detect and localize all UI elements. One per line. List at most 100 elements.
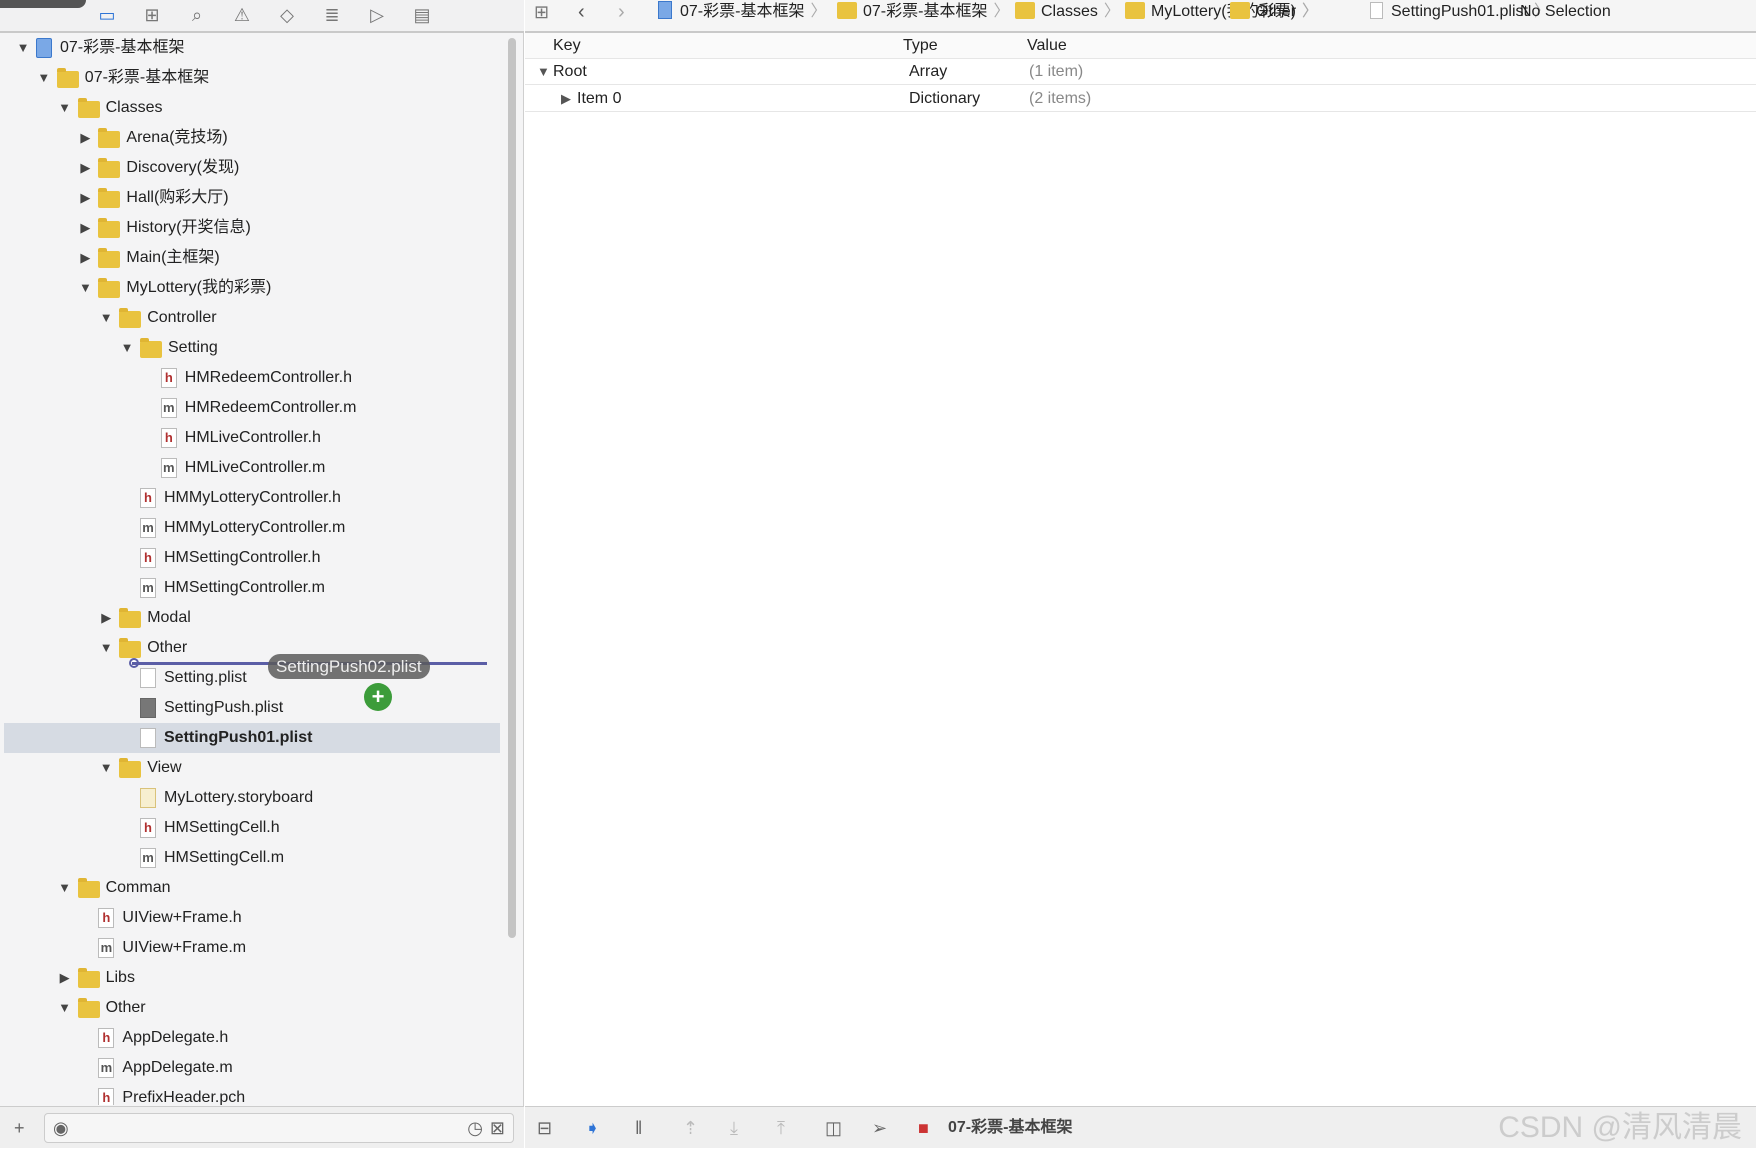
tree-item[interactable]: m HMSettingCell.m <box>4 843 500 873</box>
source-file-icon: m <box>140 848 156 868</box>
recent-files-icon[interactable]: ◷ <box>467 1114 483 1142</box>
back-icon[interactable]: ‹ <box>578 0 585 24</box>
tree-item[interactable]: m HMMyLotteryController.m <box>4 513 500 543</box>
plist-type-cell[interactable]: Dictionary <box>909 86 980 112</box>
breadcrumb-item[interactable]: Classes 〉 <box>1015 0 1120 24</box>
disclosure-expanded-icon[interactable]: ▼ <box>58 993 72 1023</box>
value-column-header[interactable]: Value <box>1027 33 1067 59</box>
tree-item[interactable]: h HMRedeemController.h <box>4 363 500 393</box>
tree-item[interactable]: ▶ Modal <box>4 603 500 633</box>
breadcrumb-item[interactable]: 07-彩票-基本框架〉 <box>658 0 826 24</box>
disclosure-collapsed-icon[interactable]: ▶ <box>78 123 92 153</box>
tree-item[interactable]: h HMMyLotteryController.h <box>4 483 500 513</box>
tree-item[interactable]: ▶ Hall(购彩大厅) <box>4 183 500 213</box>
tree-item[interactable]: ▶ History(开奖信息) <box>4 213 500 243</box>
add-icon[interactable]: + <box>14 1107 25 1149</box>
step-out-icon[interactable]: ⤒ <box>777 1107 785 1149</box>
filter-scope-icon[interactable]: ◉ <box>53 1114 69 1142</box>
disclosure-collapsed-icon[interactable]: ▶ <box>78 153 92 183</box>
plist-key-cell[interactable]: Root <box>553 59 587 85</box>
plist-row[interactable]: ▶ Item 0 Dictionary (2 items) <box>525 86 1756 112</box>
hide-debug-area-icon[interactable]: ⊟ <box>537 1107 552 1149</box>
tree-item[interactable]: h HMSettingCell.h <box>4 813 500 843</box>
tree-item[interactable]: ▼ 07-彩票-基本框架 <box>4 63 500 93</box>
warning-icon[interactable]: ⚠ <box>229 3 255 27</box>
disclosure-expanded-icon[interactable]: ▼ <box>78 273 92 303</box>
tree-item[interactable]: ▼ Other <box>4 993 500 1023</box>
tree-item[interactable]: m HMSettingController.m <box>4 573 500 603</box>
tree-item[interactable]: h UIView+Frame.h <box>4 903 500 933</box>
source-control-filter-icon[interactable]: ⊠ <box>490 1114 505 1142</box>
disclosure-expanded-icon[interactable]: ▼ <box>37 63 51 93</box>
navigator-scrollbar[interactable] <box>508 38 516 938</box>
tree-item[interactable]: ▼ View <box>4 753 500 783</box>
breakpoints-toggle-icon[interactable]: ➧ <box>585 1107 600 1149</box>
tree-item[interactable]: SettingPush01.plist <box>4 723 500 753</box>
disclosure-expanded-icon[interactable]: ▼ <box>120 333 134 363</box>
disclosure-expanded-icon[interactable]: ▼ <box>99 753 113 783</box>
disclosure-collapsed-icon[interactable]: ▶ <box>78 183 92 213</box>
type-column-header[interactable]: Type <box>903 33 938 59</box>
tree-item[interactable]: ▶ Arena(竞技场) <box>4 123 500 153</box>
tree-item[interactable]: ▼ Comman <box>4 873 500 903</box>
tree-item[interactable]: m HMLiveController.m <box>4 453 500 483</box>
breakpoint-icon[interactable]: ▷ <box>364 3 390 27</box>
disclosure-expanded-icon[interactable]: ▼ <box>537 59 550 85</box>
disclosure-expanded-icon[interactable]: ▼ <box>99 633 113 663</box>
plist-value-cell[interactable]: (2 items) <box>1029 86 1091 112</box>
breadcrumb-item[interactable]: Other 〉 <box>1230 0 1318 24</box>
folder-icon[interactable]: ▭ <box>94 3 120 27</box>
disclosure-collapsed-icon[interactable]: ▶ <box>561 86 571 112</box>
tree-item[interactable]: ▶ Libs <box>4 963 500 993</box>
scheme-label[interactable]: 07-彩票-基本框架 <box>948 1107 1072 1149</box>
tree-item[interactable]: m HMRedeemController.m <box>4 393 500 423</box>
tree-item[interactable]: ▼ 07-彩票-基本框架 <box>4 33 500 63</box>
disclosure-collapsed-icon[interactable]: ▶ <box>99 603 113 633</box>
disclosure-expanded-icon[interactable]: ▼ <box>58 873 72 903</box>
view-debugger-icon[interactable]: ◫ <box>825 1107 842 1149</box>
breadcrumb-item[interactable]: 07-彩票-基本框架〉 <box>837 0 1009 24</box>
disclosure-expanded-icon[interactable]: ▼ <box>58 93 72 123</box>
location-icon[interactable]: ➢ <box>872 1107 887 1149</box>
tree-item[interactable]: h HMSettingController.h <box>4 543 500 573</box>
step-over-icon[interactable]: ⇡ <box>683 1107 698 1149</box>
tree-item[interactable]: ▼ Classes <box>4 93 500 123</box>
key-column-header[interactable]: Key <box>553 33 581 59</box>
hierarchy-icon[interactable]: ⊞ <box>139 3 165 27</box>
breadcrumb-item[interactable]: No Selection <box>1520 0 1611 24</box>
tree-item[interactable]: ▼ Controller <box>4 303 500 333</box>
tree-item[interactable]: m AppDelegate.m <box>4 1053 500 1083</box>
plist-value-cell[interactable]: (1 item) <box>1029 59 1083 85</box>
plist-key-cell[interactable]: Item 0 <box>577 86 621 112</box>
tree-item[interactable]: ▶ Main(主框架) <box>4 243 500 273</box>
related-items-icon[interactable]: ⊞ <box>534 0 549 24</box>
plist-row[interactable]: ▼ Root Array (1 item) <box>525 59 1756 85</box>
filter-input[interactable]: ◉ ◷ ⊠ <box>44 1113 514 1143</box>
disclosure-expanded-icon[interactable]: ▼ <box>16 33 30 63</box>
tree-item[interactable]: h PrefixHeader.pch <box>4 1083 500 1105</box>
tree-item[interactable]: MyLottery.storyboard <box>4 783 500 813</box>
disclosure-expanded-icon[interactable]: ▼ <box>99 303 113 333</box>
tree-item[interactable]: m UIView+Frame.m <box>4 933 500 963</box>
disclosure-collapsed-icon[interactable]: ▶ <box>78 243 92 273</box>
forward-icon[interactable]: › <box>618 0 625 24</box>
search-icon[interactable]: ⌕ <box>184 3 210 27</box>
test-icon[interactable]: ◇ <box>274 3 300 27</box>
disclosure-collapsed-icon[interactable]: ▶ <box>58 963 72 993</box>
breadcrumb-separator-icon: 〉 <box>1302 3 1319 20</box>
tree-item[interactable]: ▼ MyLottery(我的彩票) <box>4 273 500 303</box>
log-icon[interactable]: ▤ <box>409 3 435 27</box>
tree-item[interactable]: h AppDelegate.h <box>4 1023 500 1053</box>
tree-item[interactable]: h HMLiveController.h <box>4 423 500 453</box>
step-into-icon[interactable]: ⤓ <box>730 1107 738 1149</box>
plist-type-cell[interactable]: Array <box>909 59 947 85</box>
tree-item[interactable]: ▼ Setting <box>4 333 500 363</box>
pause-icon[interactable]: ‖ <box>635 1107 642 1149</box>
disclosure-collapsed-icon[interactable]: ▶ <box>78 213 92 243</box>
tree-item-label: HMLiveController.m <box>184 459 326 476</box>
tree-item[interactable]: ▶ Discovery(发现) <box>4 153 500 183</box>
tree-item[interactable]: SettingPush.plist <box>4 693 500 723</box>
folder-icon <box>119 758 142 778</box>
window-corner <box>0 0 86 8</box>
debug-icon[interactable]: ≣ <box>319 3 345 27</box>
